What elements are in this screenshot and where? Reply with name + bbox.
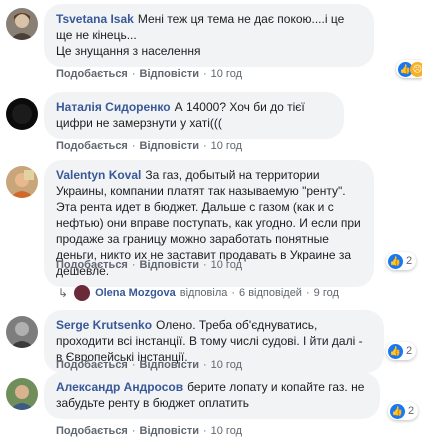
avatar[interactable] (6, 98, 38, 130)
comment-actions: Подобається · Відповісти · 10 год (56, 68, 242, 80)
comment-bubble: Александр Андросов берите лопату и копайт… (44, 372, 380, 419)
reply-action: відповіла (179, 287, 228, 299)
timestamp[interactable]: 10 год (211, 68, 242, 80)
reply-arrow-icon: ↳ (58, 286, 69, 300)
reaction-count: 2 (406, 255, 413, 267)
reply-button[interactable]: Відповісти (140, 359, 199, 371)
comment-text-line2: Це знущання з населення (56, 44, 201, 58)
reaction-summary[interactable]: 👍 2 (388, 402, 419, 420)
like-button[interactable]: Подобається (56, 68, 128, 80)
comment-actions: Подобається · Відповісти · 10 год (56, 259, 242, 271)
comment-bubble: Наталія Сидоренко А 14000? Хоч би до тієї… (44, 92, 344, 139)
comment-author[interactable]: Александр Андросов (56, 380, 183, 394)
comment-author[interactable]: Tsvetana Isak (56, 12, 134, 26)
replies-summary[interactable]: ↳ Olena Mozgova відповіла · 6 відповідей… (58, 285, 339, 301)
comment-author[interactable]: Serge Krutsenko (56, 318, 152, 332)
like-button[interactable]: Подобається (56, 140, 128, 152)
reaction-count: 2 (406, 345, 413, 357)
avatar[interactable] (6, 166, 38, 198)
reply-button[interactable]: Відповісти (140, 425, 199, 437)
comment-bubble: Tsvetana Isak Мені теж ця тема не дає пок… (44, 4, 374, 67)
comment-actions: Подобається · Відповісти · 10 год (56, 425, 242, 437)
like-button[interactable]: Подобається (56, 259, 128, 271)
avatar[interactable] (6, 316, 38, 348)
comment-actions: Подобається · Відповісти · 10 год (56, 359, 242, 371)
sad-icon: ☹ (410, 61, 422, 77)
avatar[interactable] (6, 378, 38, 410)
like-button[interactable]: Подобається (56, 425, 128, 437)
reply-time: 9 год (313, 287, 339, 299)
like-icon: 👍 (390, 403, 405, 419)
comment-author[interactable]: Наталія Сидоренко (56, 100, 171, 114)
timestamp[interactable]: 10 год (211, 359, 242, 371)
reply-count: 6 відповідей (239, 287, 302, 299)
reaction-count: 2 (408, 405, 415, 417)
reaction-summary[interactable]: 👍 2 (386, 342, 417, 360)
reply-button[interactable]: Відповісти (140, 140, 199, 152)
comment-author[interactable]: Valentyn Koval (56, 168, 141, 182)
reply-button[interactable]: Відповісти (140, 68, 199, 80)
like-icon: 👍 (388, 253, 403, 269)
timestamp[interactable]: 10 год (211, 425, 242, 437)
reaction-summary[interactable]: 👍 2 (386, 252, 417, 270)
like-icon: 👍 (388, 343, 403, 359)
reply-author[interactable]: Olena Mozgova (95, 286, 176, 300)
reply-button[interactable]: Відповісти (140, 259, 199, 271)
comment-actions: Подобається · Відповісти · 10 год (56, 140, 242, 152)
avatar[interactable] (6, 8, 38, 40)
like-button[interactable]: Подобається (56, 359, 128, 371)
timestamp[interactable]: 10 год (211, 140, 242, 152)
timestamp[interactable]: 10 год (211, 259, 242, 271)
reaction-summary[interactable]: 👍 ☹ (396, 60, 422, 78)
reply-avatar (74, 285, 91, 301)
